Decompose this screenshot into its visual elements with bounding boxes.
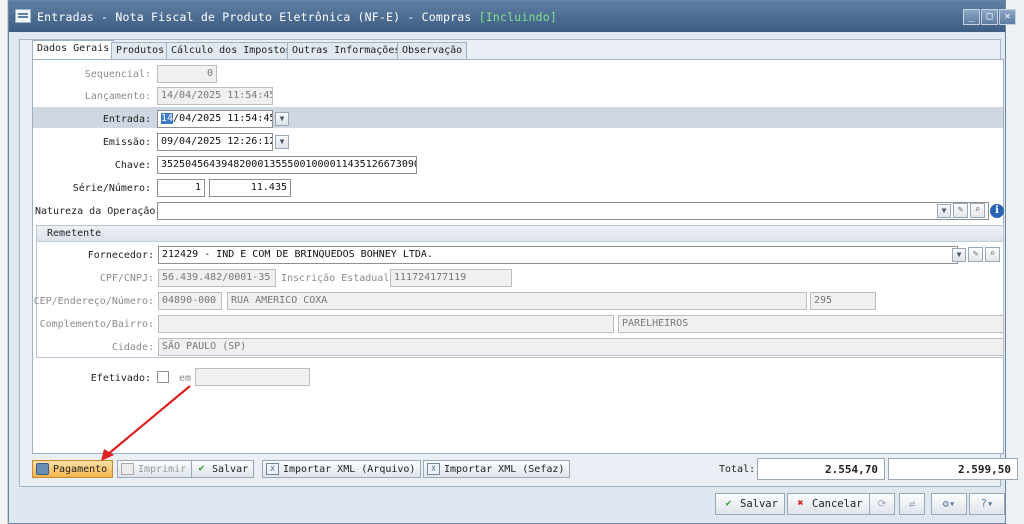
settings-menu-button[interactable]: ⚙▾ bbox=[931, 493, 967, 515]
entrada-label: Entrada: bbox=[102, 114, 151, 125]
xml-sefaz-icon: X bbox=[427, 463, 440, 475]
lancamento-field: 14/04/2025 11:54:45 bbox=[157, 87, 273, 105]
xml-file-icon: X bbox=[266, 463, 279, 475]
help-menu-button[interactable]: ?▾ bbox=[969, 493, 1005, 515]
content-area: Dados Gerais Produtos Cálculo dos Impost… bbox=[19, 39, 1018, 487]
cidade-field: SÃO PAULO (SP) bbox=[158, 338, 1004, 356]
natureza-field[interactable] bbox=[157, 202, 989, 220]
complemento-field bbox=[158, 315, 614, 333]
entrada-selected-text: 14 bbox=[161, 113, 174, 124]
numero-field[interactable]: 11.435 bbox=[209, 179, 291, 197]
emissao-dropdown-icon[interactable]: ▼ bbox=[275, 135, 289, 149]
imprimir-button[interactable]: Imprimir bbox=[117, 460, 193, 478]
window-title-text: Entradas - Nota Fiscal de Produto Eletrô… bbox=[37, 10, 479, 24]
natureza-dropdown-icon[interactable]: ▼ bbox=[937, 204, 951, 218]
window-status: [Incluindo] bbox=[478, 10, 558, 24]
tab-outras-informacoes[interactable]: Outras Informações bbox=[287, 42, 406, 59]
cancelar-label: Cancelar bbox=[812, 498, 863, 510]
serie-field[interactable]: 1 bbox=[157, 179, 205, 197]
entrada-field[interactable]: 14/04/2025 11:54:45 bbox=[157, 110, 273, 128]
chave-label: Chave: bbox=[114, 160, 151, 171]
minimize-button[interactable]: _ bbox=[963, 9, 980, 25]
importar-sefaz-label: Importar XML (Sefaz) bbox=[444, 463, 565, 475]
efetivado-date-field bbox=[195, 368, 310, 386]
tab-produtos[interactable]: Produtos bbox=[111, 42, 170, 59]
total-value-2: 2.599,50 bbox=[888, 458, 1018, 480]
background-window-edge bbox=[1006, 0, 1024, 524]
cancelar-button[interactable]: ✖ Cancelar bbox=[787, 493, 870, 515]
total-label: Total: bbox=[719, 464, 756, 475]
inscricao-label: Inscrição Estadual: bbox=[281, 273, 396, 284]
cidade-label: Cidade: bbox=[111, 342, 154, 353]
info-icon[interactable]: i bbox=[990, 204, 1004, 218]
salvar-button[interactable]: ✔ Salvar bbox=[715, 493, 785, 515]
refresh-icon: ⟳ bbox=[877, 498, 887, 510]
numero-endereco-field: 295 bbox=[810, 292, 876, 310]
natureza-search-icon[interactable]: ⌕ bbox=[970, 203, 985, 218]
remetente-title: Remetente bbox=[37, 226, 1003, 242]
fornecedor-edit-icon[interactable]: ✎ bbox=[968, 247, 983, 262]
fornecedor-label: Fornecedor: bbox=[87, 250, 154, 261]
efetivado-label: Efetivado: bbox=[90, 373, 151, 384]
title-bar[interactable]: Entradas - Nota Fiscal de Produto Eletrô… bbox=[9, 1, 1016, 32]
bairro-field: PARELHEIROS bbox=[618, 315, 1004, 333]
tab-observacao[interactable]: Observação bbox=[397, 42, 468, 59]
close-button[interactable]: ✕ bbox=[999, 9, 1016, 25]
salvar-action-button[interactable]: ✔ Salvar bbox=[191, 460, 255, 478]
fornecedor-field[interactable]: 212429 - IND E COM DE BRINQUEDOS BOHNEY … bbox=[158, 246, 958, 264]
cpf-cnpj-field: 56.439.482/0001-35 bbox=[158, 269, 276, 287]
chave-field[interactable]: 3525045643948200013555001000011435126673… bbox=[157, 156, 417, 174]
importar-xml-sefaz-button[interactable]: X Importar XML (Sefaz) bbox=[423, 460, 571, 478]
remetente-group: Remetente Fornecedor: 212429 - IND E COM… bbox=[33, 225, 1004, 358]
pagamento-button[interactable]: Pagamento bbox=[32, 460, 114, 478]
serie-numero-label: Série/Número: bbox=[72, 183, 151, 194]
tab-calculo-impostos[interactable]: Cálculo dos Impostos bbox=[166, 42, 297, 59]
fornecedor-search-icon[interactable]: ⌕ bbox=[985, 247, 1000, 262]
endereco-field: RUA AMERICO COXA bbox=[227, 292, 807, 310]
save-check-icon: ✔ bbox=[725, 498, 732, 509]
dados-gerais-panel: Sequencial: 0 Lançamento: 14/04/2025 11:… bbox=[32, 59, 1004, 454]
sequencial-field: 0 bbox=[157, 65, 217, 83]
salvar-action-label: Salvar bbox=[212, 463, 249, 475]
efetivado-checkbox[interactable] bbox=[157, 371, 169, 383]
refresh-button[interactable]: ⟳ bbox=[869, 493, 895, 515]
natureza-label: Natureza da Operação: bbox=[35, 206, 162, 217]
emissao-label: Emissão: bbox=[102, 137, 151, 148]
importar-arquivo-label: Importar XML (Arquivo) bbox=[283, 463, 416, 475]
efetivado-em-label: em bbox=[179, 373, 192, 384]
sequencial-label: Sequencial: bbox=[84, 69, 151, 80]
transfer-button[interactable]: ⇄ bbox=[899, 493, 925, 515]
transfer-icon: ⇄ bbox=[908, 498, 916, 510]
check-icon: ✔ bbox=[198, 463, 205, 474]
cancel-x-icon: ✖ bbox=[797, 498, 804, 509]
maximize-button[interactable]: □ bbox=[981, 9, 998, 25]
total-value-1: 2.554,70 bbox=[757, 458, 885, 480]
natureza-edit-icon[interactable]: ✎ bbox=[953, 203, 968, 218]
nfe-window: Entradas - Nota Fiscal de Produto Eletrô… bbox=[8, 0, 1018, 524]
window-icon bbox=[15, 9, 31, 23]
tab-dados-gerais[interactable]: Dados Gerais bbox=[32, 40, 115, 60]
cep-field: 04890-000 bbox=[158, 292, 222, 310]
window-title: Entradas - Nota Fiscal de Produto Eletrô… bbox=[37, 10, 557, 24]
entrada-rest-text: /04/2025 11:54:45 bbox=[173, 113, 273, 124]
help-icon: ?▾ bbox=[980, 498, 994, 510]
pagamento-label: Pagamento bbox=[53, 463, 108, 475]
fornecedor-dropdown-icon[interactable]: ▼ bbox=[952, 248, 966, 262]
inscricao-field: 111724177119 bbox=[390, 269, 512, 287]
lancamento-label: Lançamento: bbox=[84, 91, 151, 102]
printer-icon bbox=[121, 463, 134, 475]
entrada-dropdown-icon[interactable]: ▼ bbox=[275, 112, 289, 126]
emissao-field[interactable]: 09/04/2025 12:26:12 bbox=[157, 133, 273, 151]
cep-endereco-label: CEP/Endereço/Número: bbox=[33, 296, 154, 307]
salvar-label: Salvar bbox=[740, 498, 778, 510]
footer-bar: ✔ Salvar ✖ Cancelar ⟳ ⇄ ⚙▾ ?▾ bbox=[9, 489, 1005, 523]
complemento-bairro-label: Complemento/Bairro: bbox=[39, 319, 154, 330]
pagamento-icon bbox=[36, 463, 49, 475]
cpf-cnpj-label: CPF/CNPJ: bbox=[99, 273, 154, 284]
importar-xml-arquivo-button[interactable]: X Importar XML (Arquivo) bbox=[262, 460, 422, 478]
background-gutter bbox=[0, 0, 8, 524]
imprimir-label: Imprimir bbox=[138, 463, 187, 475]
gear-icon: ⚙▾ bbox=[942, 498, 956, 510]
